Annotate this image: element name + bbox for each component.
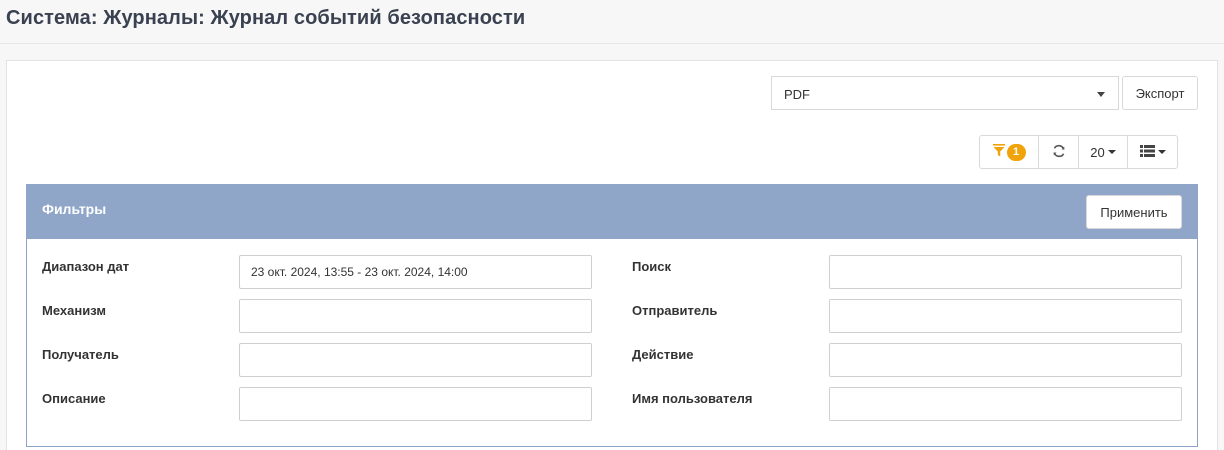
refresh-icon: [1052, 144, 1066, 161]
filter-count-badge: 1: [1006, 143, 1026, 161]
description-input[interactable]: [239, 387, 592, 421]
username-label: Имя пользователя: [632, 391, 753, 406]
chevron-down-icon: [1107, 150, 1116, 154]
refresh-button[interactable]: [1039, 136, 1079, 168]
recipient-input[interactable]: [239, 343, 592, 377]
search-input[interactable]: [829, 255, 1182, 289]
action-input[interactable]: [829, 343, 1182, 377]
filters-title: Фильтры: [42, 201, 107, 217]
description-label: Описание: [42, 391, 106, 406]
chevron-down-icon: [1097, 92, 1105, 97]
page-size-dropdown[interactable]: 20: [1079, 136, 1128, 168]
mechanism-input[interactable]: [239, 299, 592, 333]
filters-header: Фильтры Применить: [27, 185, 1197, 239]
page-size-value: 20: [1090, 144, 1105, 160]
date-range-input[interactable]: [239, 255, 592, 289]
page-title: Система: Журналы: Журнал событий безопас…: [6, 7, 526, 29]
mechanism-label: Механизм: [42, 303, 106, 318]
columns-dropdown[interactable]: [1128, 136, 1177, 168]
filter-toggle-button[interactable]: 1: [980, 136, 1039, 168]
export-format-select[interactable]: PDF: [771, 76, 1119, 110]
action-label: Действие: [632, 347, 694, 362]
table-toolbar: 1 20: [979, 135, 1178, 169]
username-input[interactable]: [829, 387, 1182, 421]
recipient-label: Получатель: [42, 347, 119, 362]
date-range-label: Диапазон дат: [42, 259, 130, 274]
columns-list-icon: [1139, 144, 1155, 160]
chevron-down-icon: [1157, 150, 1166, 154]
page-header: Система: Журналы: Журнал событий безопас…: [0, 0, 1224, 44]
apply-filters-button[interactable]: Применить: [1086, 195, 1182, 229]
filters-panel: Фильтры Применить Диапазон дат Поиск Мех…: [26, 184, 1198, 447]
sender-input[interactable]: [829, 299, 1182, 333]
filter-icon: [992, 144, 1005, 160]
export-button[interactable]: Экспорт: [1122, 76, 1198, 110]
search-label: Поиск: [632, 259, 672, 274]
sender-label: Отправитель: [632, 303, 718, 318]
export-format-value: PDF: [784, 87, 810, 102]
